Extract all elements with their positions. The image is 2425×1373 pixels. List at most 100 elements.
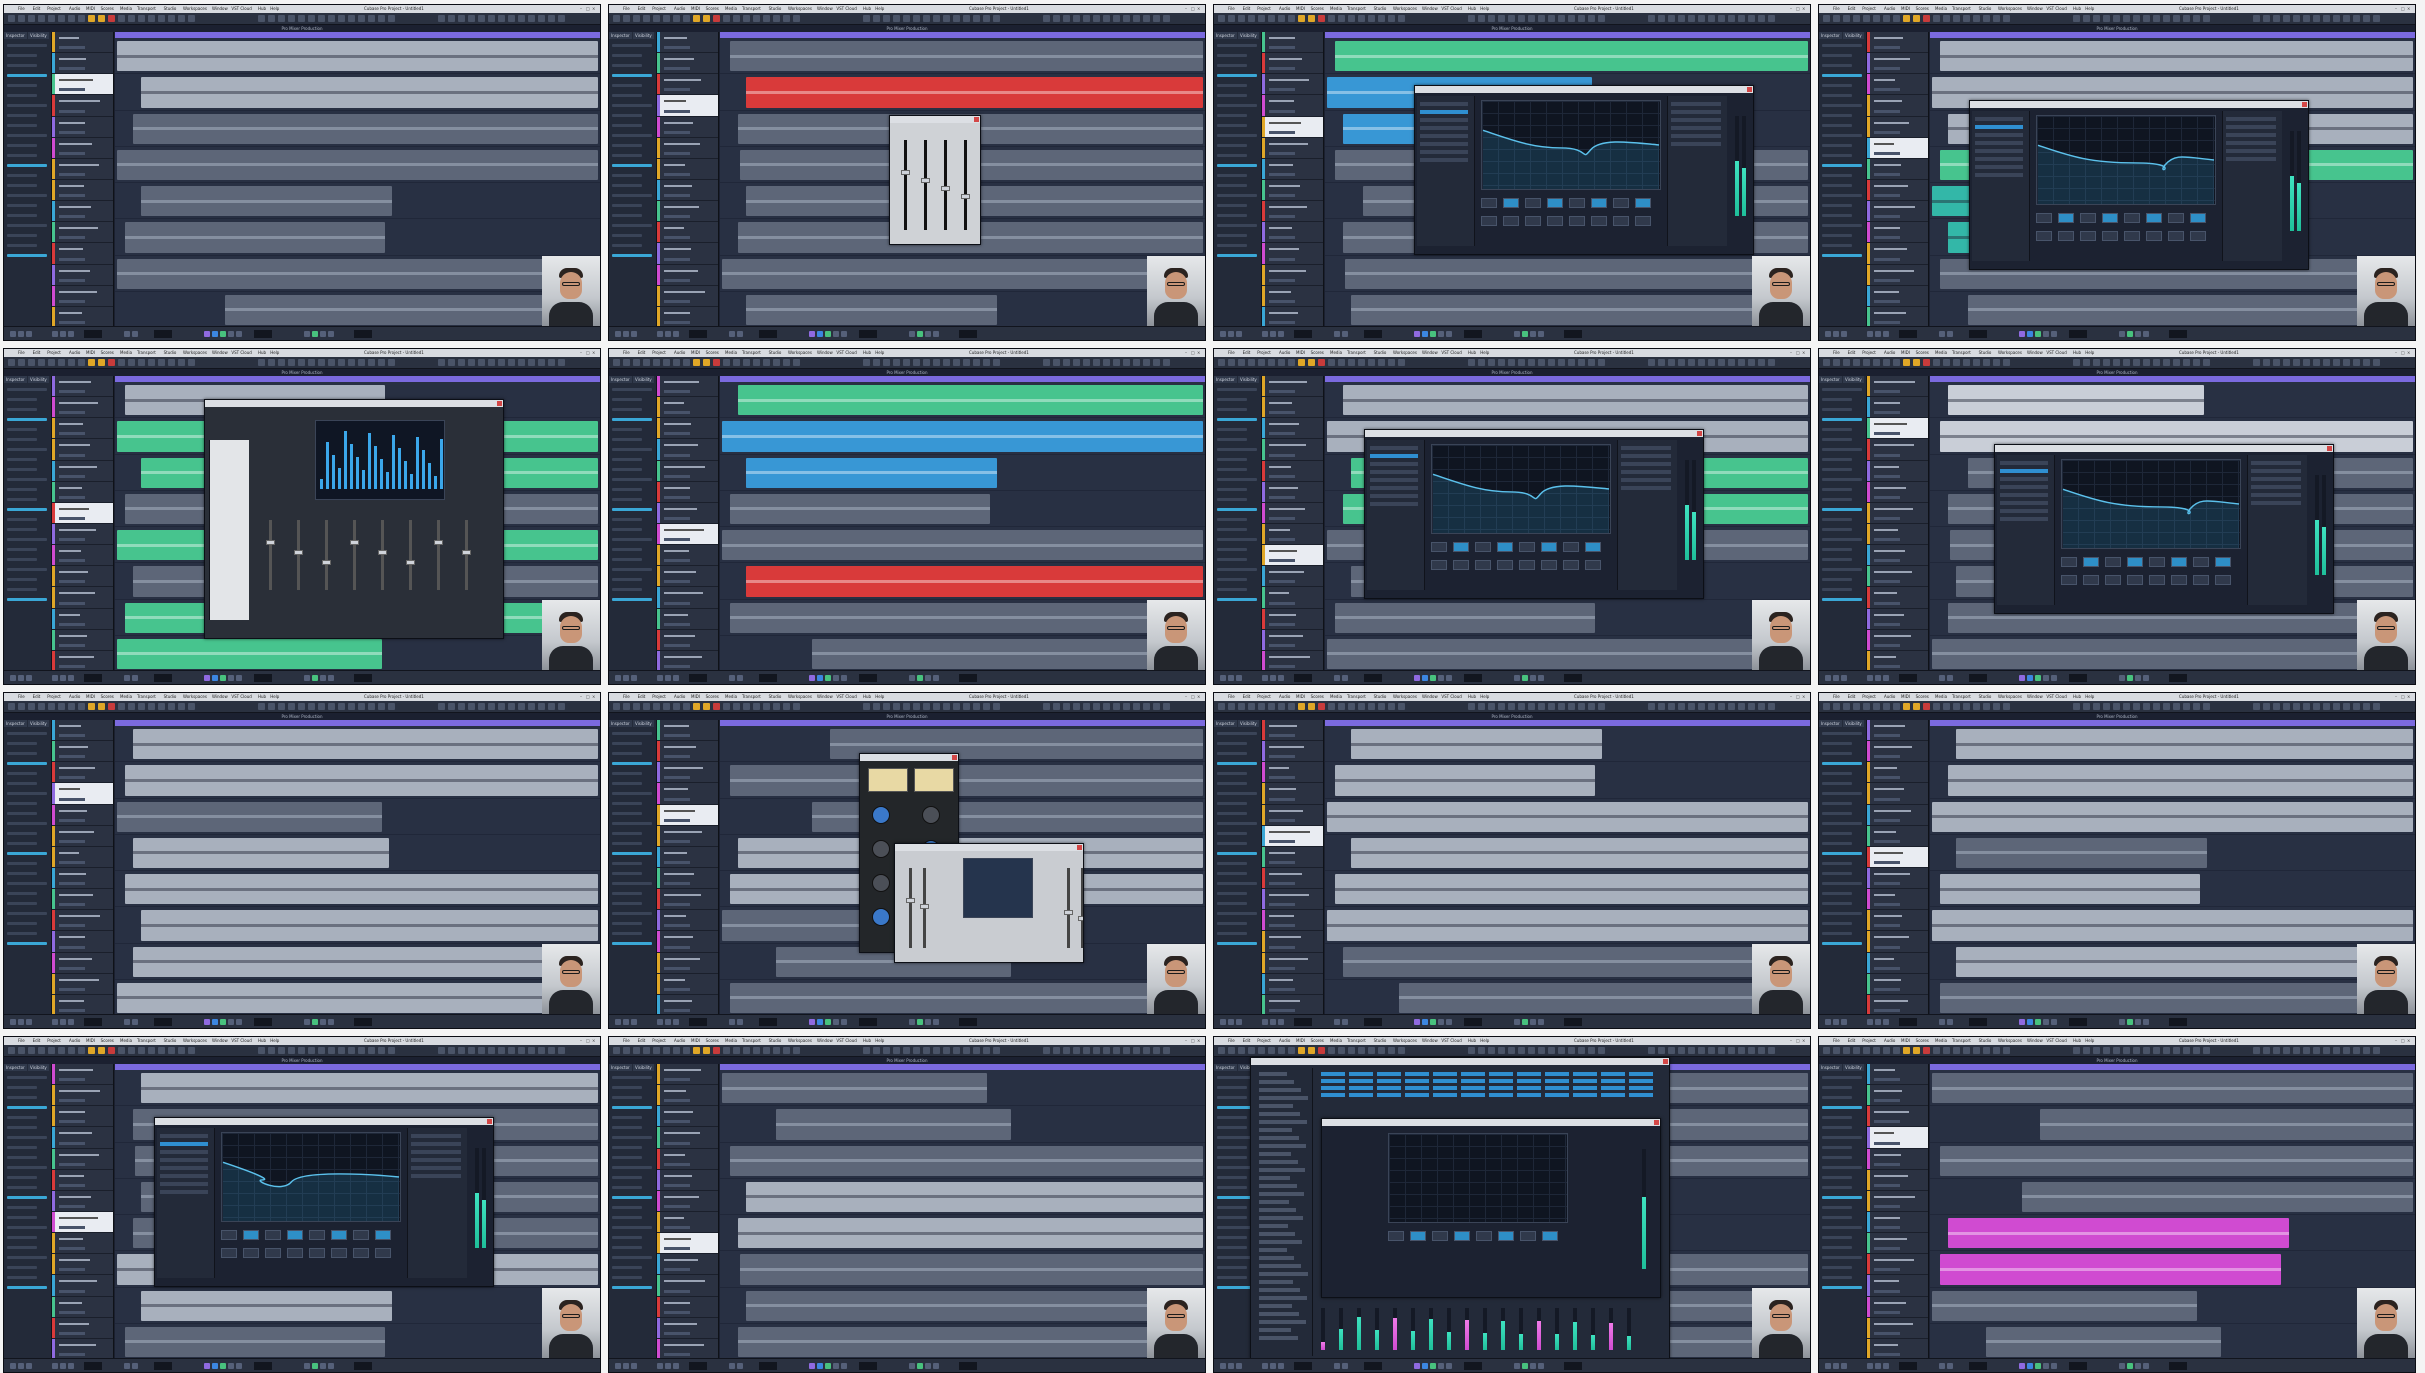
inspector-row[interactable] <box>1822 922 1852 925</box>
inspector-row[interactable] <box>612 742 642 745</box>
toolbar-button[interactable] <box>1123 359 1130 366</box>
track-header[interactable] <box>1867 32 1928 54</box>
track-header[interactable] <box>1867 481 1928 503</box>
toolbar-button[interactable] <box>38 15 45 22</box>
toolbar-button[interactable] <box>923 15 930 22</box>
inspector-row[interactable] <box>7 1246 37 1249</box>
track-header[interactable] <box>1262 439 1323 461</box>
menu-item[interactable]: VST Cloud <box>231 694 251 700</box>
track-buttons[interactable] <box>59 109 85 113</box>
toolbar-button[interactable] <box>1318 15 1325 22</box>
inspector-row[interactable] <box>1217 1186 1247 1189</box>
toolbar-button[interactable] <box>1498 703 1505 710</box>
toolbar-button[interactable] <box>993 359 1000 366</box>
inspector-row[interactable] <box>1217 508 1257 511</box>
transport-button[interactable] <box>909 331 915 337</box>
toolbar-button[interactable] <box>1248 1047 1255 1054</box>
inspector-row[interactable] <box>1822 1226 1862 1229</box>
track-buttons[interactable] <box>1874 236 1900 240</box>
cycle-icon[interactable] <box>817 1363 823 1369</box>
insert-slot[interactable] <box>1975 117 2023 121</box>
inspector-row[interactable] <box>7 438 37 441</box>
inspector-row[interactable] <box>612 124 642 127</box>
transport-button[interactable] <box>26 1363 32 1369</box>
insert-slot[interactable] <box>160 1158 208 1162</box>
toolbar-button[interactable] <box>713 1047 720 1054</box>
toolbar-button[interactable] <box>2363 703 2370 710</box>
eq-band-knob[interactable] <box>2080 213 2096 223</box>
track-buttons[interactable] <box>59 903 85 907</box>
transport-button[interactable] <box>18 331 24 337</box>
channel-list-item[interactable] <box>1259 1152 1291 1156</box>
insert-slot[interactable] <box>1370 478 1418 482</box>
eq-band-knob[interactable] <box>1541 542 1557 552</box>
insert-slot[interactable] <box>1975 149 2023 153</box>
inspector-row[interactable] <box>1822 1206 1852 1209</box>
toolbar-button[interactable] <box>288 359 295 366</box>
eq-band-knob[interactable] <box>375 1230 391 1240</box>
toolbar-button[interactable] <box>1338 1047 1345 1054</box>
transport-button[interactable] <box>631 331 637 337</box>
track-buttons[interactable] <box>1874 215 1900 219</box>
transport-button[interactable] <box>1236 1363 1242 1369</box>
audio-event[interactable] <box>1948 1218 2289 1249</box>
toolbar-button[interactable] <box>2273 703 2280 710</box>
inspector-row[interactable] <box>7 892 37 895</box>
track-buttons[interactable] <box>59 236 85 240</box>
eq-band-knob[interactable] <box>1431 542 1447 552</box>
track-buttons[interactable] <box>1269 538 1295 542</box>
menu-item[interactable]: Workspaces <box>1998 1038 2022 1044</box>
inspector-row[interactable] <box>612 538 652 541</box>
toolbar-button[interactable] <box>2303 703 2310 710</box>
inspector-row[interactable] <box>612 1086 642 1089</box>
toolbar-button[interactable] <box>1668 359 1675 366</box>
inspector-row[interactable] <box>1822 438 1852 441</box>
toolbar-button[interactable] <box>138 703 145 710</box>
audio-event[interactable] <box>1940 41 2413 72</box>
toolbar-button[interactable] <box>488 703 495 710</box>
inspector-row[interactable] <box>7 568 47 571</box>
close-icon[interactable]: × <box>2407 1038 2411 1044</box>
play-icon[interactable] <box>1430 675 1436 681</box>
inspector-row[interactable] <box>612 94 642 97</box>
inspector-row[interactable] <box>1217 832 1247 835</box>
toolbar-button[interactable] <box>68 15 75 22</box>
inspector-row[interactable] <box>612 1176 642 1179</box>
toolbar-button[interactable] <box>2373 359 2380 366</box>
cycle-icon[interactable] <box>1422 1019 1428 1025</box>
transport-button[interactable] <box>841 675 847 681</box>
eq-band-knob[interactable] <box>1591 216 1607 226</box>
menu-item[interactable]: File <box>1228 694 1235 700</box>
inspector-row[interactable] <box>1217 772 1247 775</box>
track-buttons[interactable] <box>664 46 690 50</box>
toolbar-button[interactable] <box>1143 15 1150 22</box>
eq-band-knob[interactable] <box>2105 575 2121 585</box>
toolbar-button[interactable] <box>1103 703 1110 710</box>
inspector-tab[interactable]: Visibility <box>633 720 654 727</box>
toolbar-button[interactable] <box>963 1047 970 1054</box>
toolbar-button[interactable] <box>1083 359 1090 366</box>
inspector-row[interactable] <box>1217 104 1257 107</box>
track-buttons[interactable] <box>1269 432 1295 436</box>
toolbar-button[interactable] <box>1338 703 1345 710</box>
transport-button[interactable] <box>909 675 915 681</box>
inspector-row[interactable] <box>1822 782 1852 785</box>
track-buttons[interactable] <box>664 1162 690 1166</box>
inspector-row[interactable] <box>7 852 47 855</box>
routing-slot[interactable] <box>1601 1079 1625 1083</box>
transport-button[interactable] <box>132 331 138 337</box>
track-header[interactable] <box>657 1127 718 1149</box>
track-buttons[interactable] <box>1269 755 1295 759</box>
toolbar-button[interactable] <box>1043 1047 1050 1054</box>
toolbar-button[interactable] <box>518 359 525 366</box>
transport-button[interactable] <box>833 1363 839 1369</box>
inspector-row[interactable] <box>612 194 652 197</box>
eq-curve-display[interactable] <box>2061 459 2241 549</box>
toolbar-button[interactable] <box>1328 703 1335 710</box>
track-header[interactable] <box>52 180 113 202</box>
transport-button[interactable] <box>1833 1363 1839 1369</box>
menu-item[interactable]: MIDI <box>86 1038 95 1044</box>
toolbar-button[interactable] <box>1398 359 1405 366</box>
menu-item[interactable]: File <box>1833 1038 1840 1044</box>
toolbar-button[interactable] <box>913 359 920 366</box>
